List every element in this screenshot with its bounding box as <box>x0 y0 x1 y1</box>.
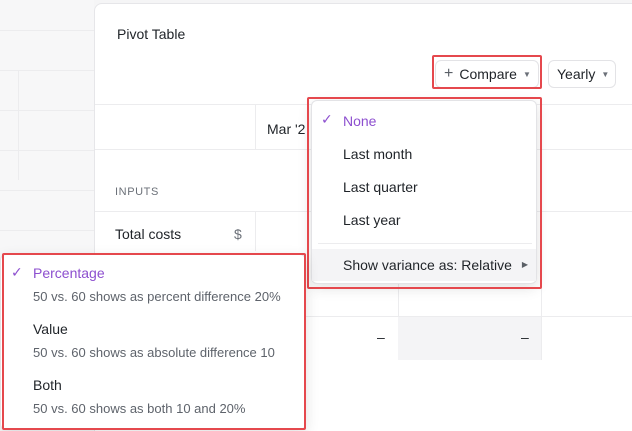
table-border <box>255 104 256 149</box>
table-cell[interactable] <box>398 317 541 360</box>
row-unit: $ <box>234 226 242 242</box>
grid-line <box>0 230 94 231</box>
highlight-compare-menu <box>307 97 542 289</box>
period-select[interactable]: Yearly ▼ <box>548 60 616 88</box>
column-header: Mar '2 <box>267 121 306 137</box>
caret-down-icon: ▼ <box>601 69 610 79</box>
row-label: Total costs <box>115 226 182 242</box>
table-cell-value: – <box>521 329 529 345</box>
grid-line <box>0 30 94 31</box>
grid-line <box>0 110 94 111</box>
table-border <box>255 211 256 251</box>
grid-line <box>0 70 94 71</box>
grid-line <box>18 70 19 180</box>
panel-title: Pivot Table <box>117 26 186 42</box>
highlight-compare-button <box>432 55 542 89</box>
table-cell-value: – <box>377 329 385 345</box>
period-select-label: Yearly <box>557 66 596 82</box>
highlight-variance-menu <box>2 253 306 430</box>
screen: Pivot Table + Compare ▼ Yearly ▼ Mar '2 … <box>0 0 632 431</box>
grid-line <box>0 150 94 151</box>
section-label: INPUTS <box>115 186 159 198</box>
grid-line <box>0 190 94 191</box>
